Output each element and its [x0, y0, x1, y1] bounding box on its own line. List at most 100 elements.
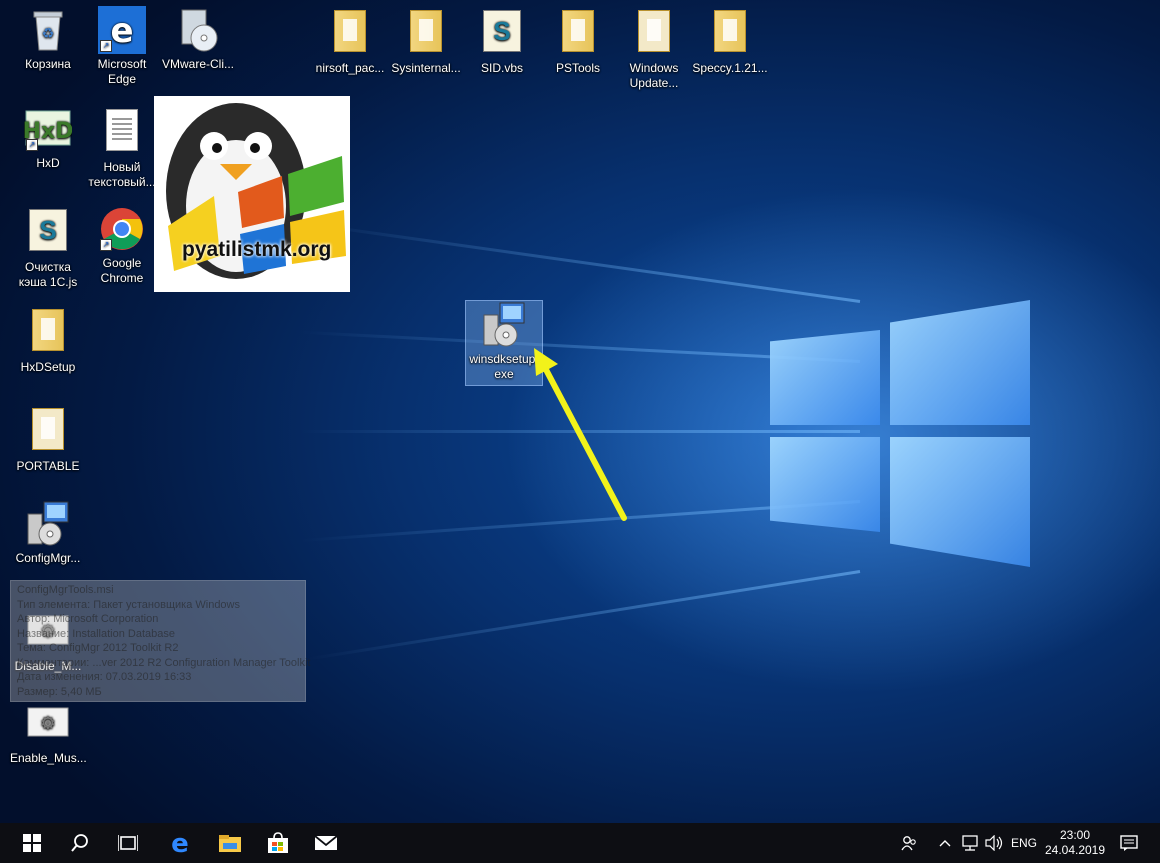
taskbar-file-explorer[interactable]	[206, 823, 254, 863]
svg-text:e: e	[110, 11, 133, 51]
settings-file-icon: ⚙	[24, 700, 72, 748]
network-button[interactable]	[958, 823, 982, 863]
taskbar-edge[interactable]: e	[156, 823, 204, 863]
desktop-icon-microsoft-edge[interactable]: e ↗ Microsoft Edge	[84, 6, 160, 87]
hxd-app-icon: HxD ↗	[23, 105, 73, 153]
wallpaper-beam	[306, 570, 861, 661]
icon-label: nirsoft_pac...	[315, 61, 385, 75]
brand-logo-text: pyatilistmk.org	[182, 238, 332, 261]
desktop-icon-recycle-bin[interactable]: ♻ Корзина	[10, 6, 86, 72]
desktop-icon-google-chrome[interactable]: ↗ Google Chrome	[84, 205, 160, 286]
folder-zip-icon	[714, 10, 746, 52]
folder-zip-icon	[334, 10, 366, 52]
desktop-icon-vmware-client[interactable]: VMware-Cli...	[160, 6, 236, 72]
desktop-icon-sysinternals[interactable]: Sysinternal...	[388, 6, 464, 76]
folder-zip-icon	[32, 309, 64, 351]
folder-zip-icon	[410, 10, 442, 52]
script-file-icon: S	[29, 209, 67, 251]
search-button[interactable]	[56, 823, 104, 863]
tooltip-line: Название: Installation Database	[17, 627, 176, 640]
show-hidden-icons-button[interactable]	[934, 823, 956, 863]
icon-label: Edge	[107, 72, 137, 86]
icon-label: текстовый...	[88, 175, 156, 189]
windows-logo-pane-br	[890, 437, 1030, 567]
tooltip-line: Дата изменения: 07.03.2019 16:33	[17, 671, 192, 683]
svg-text:e: e	[171, 831, 189, 855]
desktop-icon-new-text-file[interactable]: Новый текстовый...	[84, 105, 160, 190]
icon-label: HxD	[36, 156, 60, 170]
input-language-button[interactable]: ENG	[1008, 823, 1040, 863]
tooltip-line: Размер: 5,40 МБ	[17, 685, 102, 698]
script-file-icon: S	[483, 10, 521, 52]
clock[interactable]: 23:00 24.04.2019	[1044, 823, 1106, 863]
mail-icon	[314, 835, 338, 850]
desktop-icon-nirsoft[interactable]: nirsoft_pac...	[312, 6, 388, 76]
clock-date: 24.04.2019	[1044, 843, 1106, 857]
icon-label: Google	[102, 256, 142, 270]
task-view-button[interactable]	[104, 823, 152, 863]
installer-package-icon	[24, 500, 72, 548]
folder-icon	[32, 408, 64, 450]
desktop-icon-sid-vbs[interactable]: S SID.vbs	[464, 6, 540, 76]
speaker-icon	[985, 835, 1003, 851]
brand-logo: pyatilistmk.org	[154, 96, 350, 292]
taskbar-mail[interactable]	[302, 823, 350, 863]
icon-label: HxDSetup	[20, 360, 76, 374]
text-document-icon	[106, 109, 138, 151]
icon-label: ConfigMgr...	[15, 551, 81, 565]
svg-text:⚙: ⚙	[40, 713, 56, 733]
tooltip-line: Автор: Microsoft Corporation	[17, 613, 159, 625]
icon-label: Sysinternal...	[391, 61, 461, 75]
clock-time: 23:00	[1059, 828, 1091, 842]
icon-label: PSTools	[555, 61, 601, 75]
desktop-icon-hxd[interactable]: HxD ↗ HxD	[10, 105, 86, 171]
desktop-icon-clear-cache-js[interactable]: S Очистка кэша 1С.js	[10, 205, 86, 290]
wallpaper-beam	[305, 222, 861, 303]
desktop-icon-speccy[interactable]: Speccy.1.21...	[692, 6, 768, 76]
tooltip-line: ConfigMgrTools.msi	[17, 584, 114, 596]
search-icon	[71, 834, 88, 852]
volume-button[interactable]	[982, 823, 1006, 863]
windows-logo-pane-tr	[890, 300, 1030, 425]
desktop-icon-hxdsetup[interactable]: HxDSetup	[10, 305, 86, 375]
tooltip-line: Тема: ConfigMgr 2012 Toolkit R2	[17, 642, 179, 654]
shortcut-arrow-icon: ↗	[26, 139, 38, 151]
shortcut-arrow-icon: ↗	[100, 239, 112, 251]
language-indicator: ENG	[1010, 836, 1037, 850]
task-view-icon	[118, 835, 138, 851]
pointer-arrow-annotation	[534, 348, 627, 521]
windows-logo-pane-tl	[770, 330, 880, 425]
desktop-icon-pstools[interactable]: PSTools	[540, 6, 616, 76]
desktop-icon-windows-update[interactable]: Windows Update...	[616, 6, 692, 91]
start-button[interactable]	[8, 823, 56, 863]
desktop-icon-configmgr[interactable]: ConfigMgr...	[10, 500, 86, 566]
file-info-tooltip: ConfigMgrTools.msi Тип элемента: Пакет у…	[10, 580, 310, 702]
icon-label: Очистка	[25, 260, 71, 274]
icon-label: VMware-Cli...	[161, 57, 234, 71]
recycle-bin-icon: ♻	[24, 6, 72, 54]
windows-start-icon	[23, 834, 41, 852]
icon-label: SID.vbs	[480, 61, 523, 75]
chrome-icon: ↗	[98, 205, 146, 253]
tooltip-line: Тип элемента: Пакет установщика Windows	[17, 598, 240, 611]
network-icon	[962, 835, 978, 851]
people-button[interactable]	[896, 823, 922, 863]
icon-label: Enable_Mus...	[10, 751, 87, 765]
installer-cd-icon	[174, 6, 222, 54]
desktop-icon-portable[interactable]: PORTABLE	[10, 404, 86, 474]
penguin-logo-icon	[166, 103, 346, 279]
desktop[interactable]: ♻ Корзина e ↗ Microsoft Edge VMware-Cli.…	[0, 0, 1160, 823]
taskbar-store[interactable]	[254, 823, 302, 863]
icon-label: Update...	[629, 76, 679, 90]
taskbar: e ENG 23:00 24.04.2019	[0, 823, 1160, 863]
icon-label: Speccy.1.21...	[692, 61, 768, 75]
action-center-button[interactable]	[1114, 823, 1144, 863]
people-icon	[901, 836, 916, 851]
windows-logo-pane-bl	[770, 437, 880, 532]
store-bag-icon	[268, 832, 288, 853]
desktop-icon-enable-music[interactable]: ⚙ Enable_Mus...	[10, 700, 87, 766]
edge-icon: e ↗	[98, 6, 146, 54]
chevron-up-icon	[939, 840, 951, 847]
icon-label: Windows	[629, 61, 679, 75]
icon-label: Microsoft	[97, 57, 147, 71]
